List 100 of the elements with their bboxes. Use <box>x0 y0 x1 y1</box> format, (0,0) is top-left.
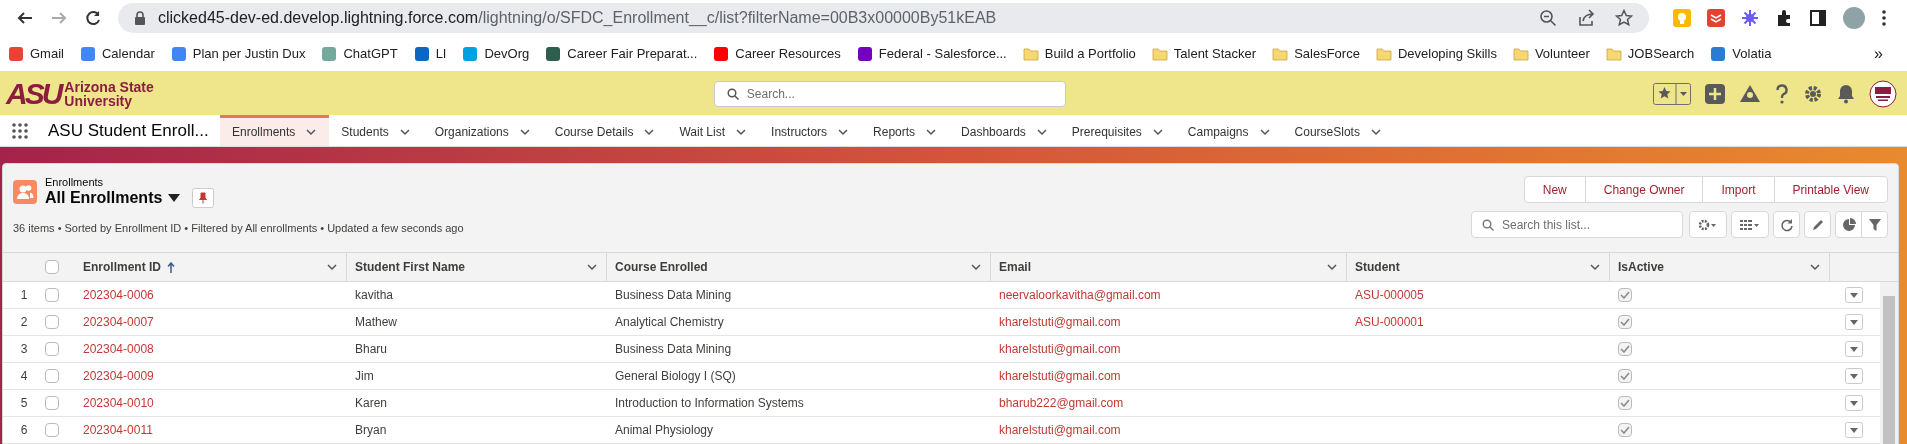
chevron-down-icon[interactable] <box>925 126 938 138</box>
bookmark[interactable]: JOBSearch <box>1605 43 1695 64</box>
display-as-table-button[interactable] <box>1731 211 1769 238</box>
bookmark[interactable]: Volatia <box>1710 43 1772 64</box>
nav-tab[interactable]: Campaigns <box>1175 115 1283 146</box>
link[interactable]: neervaloorkavitha@gmail.com <box>999 288 1161 302</box>
settings-icon[interactable] <box>1803 83 1823 104</box>
action-button[interactable]: Import <box>1702 176 1775 203</box>
nav-tab[interactable]: Reports <box>861 115 950 146</box>
column-header[interactable]: Course Enrolled <box>607 253 991 281</box>
bookmark[interactable]: Career Fair Preparat... <box>545 43 698 64</box>
chevron-down-icon[interactable] <box>1035 126 1048 138</box>
global-search-field[interactable]: Search... <box>713 80 1066 107</box>
reload-icon[interactable] <box>84 9 102 27</box>
profile-avatar[interactable] <box>1843 7 1865 29</box>
chevron-down-icon[interactable] <box>837 126 850 138</box>
link[interactable]: kharelstuti@gmail.com <box>999 369 1121 383</box>
row-actions-menu-icon[interactable] <box>1845 395 1863 411</box>
row-actions-menu-icon[interactable] <box>1845 287 1863 303</box>
column-header[interactable]: Student <box>1347 253 1610 281</box>
link[interactable]: kharelstuti@gmail.com <box>999 342 1121 356</box>
link[interactable]: bharub222@gmail.com <box>999 396 1124 410</box>
action-button[interactable]: Change Owner <box>1584 176 1704 203</box>
chevron-down-icon[interactable] <box>1809 261 1821 273</box>
bookmark[interactable]: DevOrg <box>462 43 530 64</box>
nav-tab[interactable]: Organizations <box>422 115 543 146</box>
refresh-button[interactable] <box>1773 211 1800 238</box>
link[interactable]: 202304-0011 <box>83 423 153 437</box>
more-bookmarks-button[interactable]: » <box>1874 41 1883 66</box>
link[interactable]: ASU-000005 <box>1355 288 1424 302</box>
more-menu-icon[interactable] <box>1881 9 1887 27</box>
side-panel-icon[interactable] <box>1809 9 1827 27</box>
nav-tab[interactable]: Enrollments <box>220 115 330 146</box>
share-icon[interactable] <box>1577 9 1595 27</box>
row-actions-menu-icon[interactable] <box>1845 314 1863 330</box>
list-search-field[interactable]: Search this list... <box>1471 211 1683 238</box>
nav-tab[interactable]: Wait List <box>667 115 760 146</box>
row-checkbox[interactable] <box>45 396 59 410</box>
row-checkbox[interactable] <box>45 369 59 383</box>
scrollbar[interactable] <box>1880 282 1898 444</box>
bookmark[interactable]: LI <box>413 43 447 64</box>
link[interactable]: kharelstuti@gmail.com <box>999 315 1121 329</box>
action-button[interactable]: New <box>1523 176 1586 203</box>
nav-tab[interactable]: Instructors <box>759 115 862 146</box>
bookmark[interactable]: Build a Portfolio <box>1022 43 1136 64</box>
column-header[interactable]: Enrollment ID <box>75 253 347 281</box>
row-checkbox[interactable] <box>45 423 59 437</box>
bookmark[interactable]: Talent Stacker <box>1151 43 1257 64</box>
row-checkbox[interactable] <box>45 342 59 356</box>
chevron-down-icon[interactable] <box>326 261 338 273</box>
mountain-icon[interactable] <box>1739 83 1761 104</box>
todo-extension-icon[interactable] <box>1707 9 1725 27</box>
pin-icon[interactable] <box>192 188 215 208</box>
bookmark[interactable]: ChatGPT <box>321 43 398 64</box>
link[interactable]: 202304-0006 <box>83 288 154 302</box>
spark-extension-icon[interactable] <box>1741 9 1759 27</box>
select-all-checkbox[interactable] <box>45 260 59 274</box>
link[interactable]: kharelstuti@gmail.com <box>999 423 1121 437</box>
user-avatar-icon[interactable] <box>1869 79 1897 108</box>
extensions-icon[interactable] <box>1775 9 1793 27</box>
link[interactable]: 202304-0010 <box>83 396 154 410</box>
link[interactable]: 202304-0007 <box>83 315 154 329</box>
nav-tab[interactable]: Students <box>329 115 423 146</box>
bookmark[interactable]: Career Resources <box>713 43 841 64</box>
row-checkbox[interactable] <box>45 315 59 329</box>
nav-tab[interactable]: Course Details <box>542 115 668 146</box>
column-header[interactable]: Student First Name <box>347 253 607 281</box>
chevron-down-icon[interactable] <box>305 126 318 138</box>
filter-button[interactable] <box>1861 211 1888 238</box>
row-checkbox[interactable] <box>45 288 59 302</box>
help-icon[interactable] <box>1775 83 1789 104</box>
dropdown-caret-icon[interactable] <box>168 194 181 202</box>
chevron-down-icon[interactable] <box>1589 261 1601 273</box>
chevron-down-icon[interactable] <box>398 126 411 138</box>
nav-tab[interactable]: Prerequisites <box>1059 115 1176 146</box>
row-actions-menu-icon[interactable] <box>1845 341 1863 357</box>
chevron-down-icon[interactable] <box>586 261 598 273</box>
row-actions-menu-icon[interactable] <box>1845 368 1863 384</box>
chart-button[interactable] <box>1835 211 1862 238</box>
app-launcher-icon[interactable] <box>12 122 28 139</box>
address-bar[interactable]: clicked45-dev-ed.develop.lightning.force.com/lightning/o/SFDC_Enrollment__c/list?filterName=00B3x00000By51kEAB <box>118 3 1649 33</box>
bookmark[interactable]: Plan per Justin Dux <box>170 43 306 64</box>
chevron-down-icon[interactable] <box>1369 126 1382 138</box>
chevron-down-icon[interactable] <box>643 126 656 138</box>
scrollbar-thumb[interactable] <box>1883 296 1895 444</box>
link[interactable]: ASU-000001 <box>1355 315 1424 329</box>
zoom-out-icon[interactable] <box>1539 9 1557 27</box>
chevron-down-icon[interactable] <box>518 126 531 138</box>
column-header[interactable]: IsActive <box>1610 253 1830 281</box>
add-icon[interactable] <box>1705 83 1725 104</box>
bookmark[interactable]: Calendar <box>79 43 155 64</box>
link[interactable]: 202304-0008 <box>83 342 154 356</box>
action-button[interactable]: Printable View <box>1773 176 1888 203</box>
chevron-down-icon[interactable] <box>1326 261 1338 273</box>
row-actions-menu-icon[interactable] <box>1845 422 1863 438</box>
bookmark[interactable]: Volunteer <box>1512 43 1590 64</box>
notifications-bell-icon[interactable] <box>1837 83 1855 104</box>
chevron-down-icon[interactable] <box>735 126 748 138</box>
star-icon[interactable] <box>1615 9 1633 27</box>
column-header[interactable]: Email <box>991 253 1347 281</box>
